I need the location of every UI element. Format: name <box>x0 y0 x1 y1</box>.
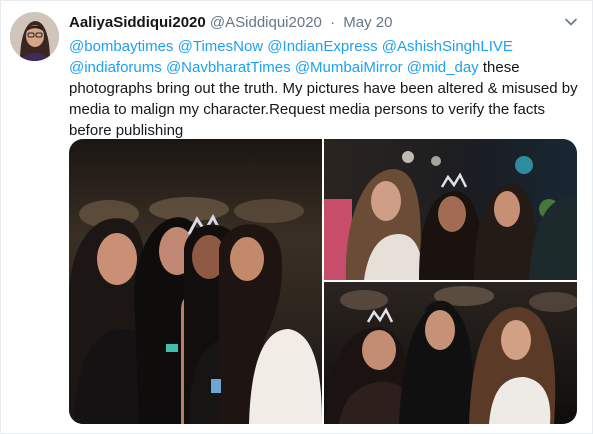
media-grid <box>69 139 577 424</box>
mention-link[interactable]: @indiaforums <box>69 59 162 76</box>
mention-link[interactable]: @MumbaiMirror <box>295 59 403 76</box>
mention-link[interactable]: @NavbharatTimes <box>166 59 291 76</box>
photo-two-women-man[interactable] <box>324 282 577 424</box>
display-name[interactable]: AaliyaSiddiqui2020 <box>69 14 206 31</box>
tweet-text: @bombaytimes @TimesNow @IndianExpress @A… <box>69 36 579 141</box>
mention-link[interactable]: @TimesNow <box>178 38 264 55</box>
chevron-down-icon[interactable] <box>564 15 578 29</box>
avatar[interactable] <box>10 12 59 61</box>
mention-link[interactable]: @bombaytimes <box>69 38 173 55</box>
photo-group-four-women[interactable] <box>69 139 322 424</box>
photo-three-women-tiara[interactable] <box>324 139 577 280</box>
mention-link[interactable]: @IndianExpress <box>267 38 377 55</box>
timestamp[interactable]: May 20 <box>343 14 392 31</box>
mention-link[interactable]: @mid_day <box>407 59 479 76</box>
tweet-header: AaliyaSiddiqui2020 @ASiddiqui2020 · May … <box>69 13 562 33</box>
separator-dot: · <box>330 14 336 31</box>
mention-link[interactable]: @AshishSinghLIVE <box>382 38 513 55</box>
tweet-card[interactable]: AaliyaSiddiqui2020 @ASiddiqui2020 · May … <box>0 0 593 434</box>
user-handle[interactable]: @ASiddiqui2020 <box>210 14 322 31</box>
